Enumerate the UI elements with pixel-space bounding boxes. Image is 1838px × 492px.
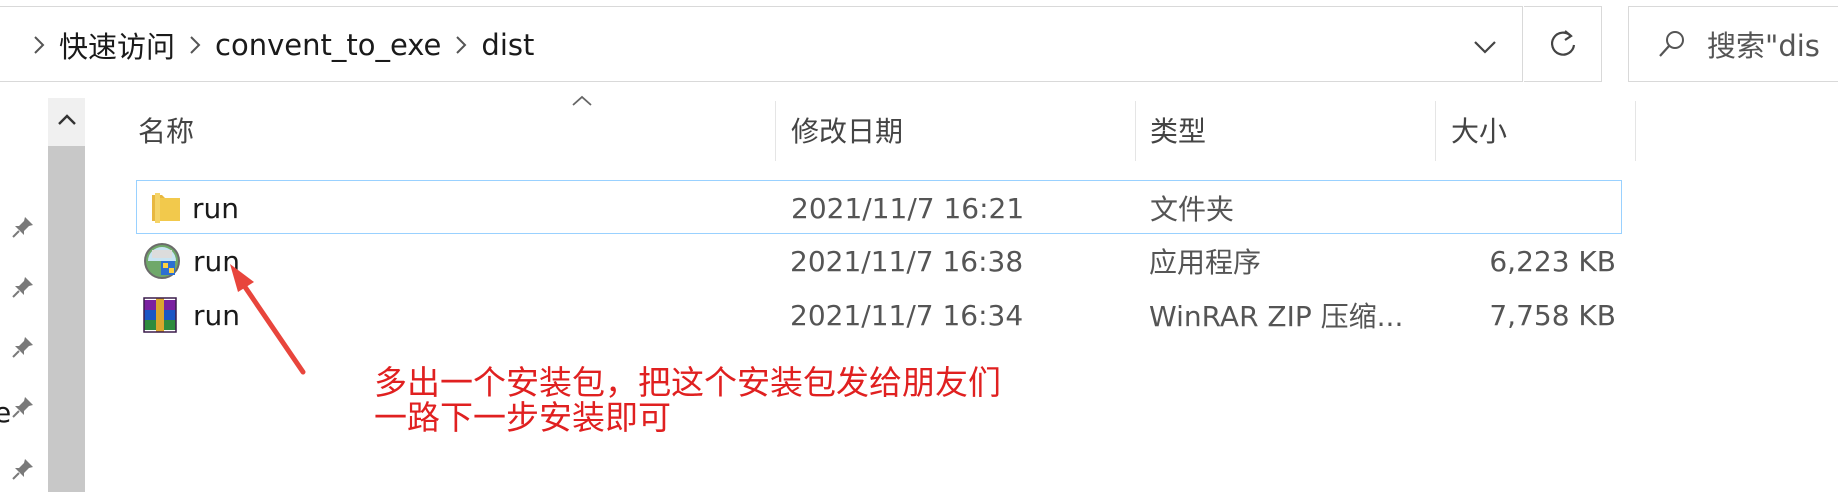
- column-header-name[interactable]: 名称: [138, 99, 194, 161]
- file-size: 6,223 KB: [1489, 244, 1616, 278]
- search-input[interactable]: 搜索"dis: [1707, 23, 1820, 65]
- search-box[interactable]: 搜索"dis: [1628, 6, 1838, 82]
- column-divider[interactable]: [1635, 101, 1636, 161]
- file-modified: 2021/11/7 16:21: [791, 191, 1025, 225]
- annotation-note: 多出一个安装包，把这个安装包发给朋友们 一路下一步安装即可: [374, 365, 1001, 435]
- annotation-line: 多出一个安装包，把这个安装包发给朋友们: [374, 363, 1001, 402]
- pin-icon[interactable]: [10, 394, 36, 420]
- pin-icon[interactable]: [10, 334, 36, 360]
- breadcrumb-item-quick-access[interactable]: 快速访问: [59, 24, 175, 66]
- pin-icon[interactable]: [10, 456, 36, 482]
- column-header-type[interactable]: 类型: [1150, 99, 1206, 161]
- search-icon: [1659, 31, 1684, 57]
- file-row-folder[interactable]: run 2021/11/7 16:21 文件夹: [136, 180, 1622, 234]
- column-header-size[interactable]: 大小: [1451, 99, 1507, 161]
- folder-icon: [152, 193, 180, 223]
- pin-icon[interactable]: [10, 214, 36, 240]
- winrar-archive-icon: [143, 297, 177, 333]
- file-name[interactable]: run: [193, 234, 240, 288]
- file-type: 文件夹: [1150, 193, 1235, 226]
- file-type: 应用程序: [1149, 246, 1262, 279]
- chevron-right-icon[interactable]: [33, 35, 45, 55]
- file-type: WinRAR ZIP 压缩...: [1149, 300, 1404, 333]
- file-modified: 2021/11/7 16:38: [790, 244, 1024, 278]
- chevron-right-icon[interactable]: [189, 35, 201, 55]
- breadcrumb-item-convent-to-exe[interactable]: convent_to_exe: [215, 28, 441, 62]
- address-bar[interactable]: 快速访问 convent_to_exe dist: [0, 6, 1523, 82]
- file-size: 7,758 KB: [1489, 298, 1616, 332]
- annotation-line: 一路下一步安装即可: [374, 398, 671, 437]
- column-header-modified[interactable]: 修改日期: [791, 99, 903, 161]
- column-divider[interactable]: [775, 101, 776, 161]
- chevron-up-icon: [57, 114, 76, 125]
- column-header: 名称 修改日期 类型 大小: [125, 95, 1636, 161]
- breadcrumb-item-dist[interactable]: dist: [481, 28, 534, 62]
- pin-icon[interactable]: [10, 274, 36, 300]
- file-row-exe[interactable]: run 2021/11/7 16:38 应用程序 6,223 KB: [125, 234, 1625, 288]
- refresh-button[interactable]: [1524, 6, 1602, 82]
- nav-pane-scrollbar[interactable]: [48, 98, 85, 492]
- file-row-zip[interactable]: run 2021/11/7 16:34 WinRAR ZIP 压缩... 7,7…: [125, 288, 1625, 342]
- sort-ascending-icon: [572, 95, 592, 106]
- chevron-right-icon[interactable]: [455, 35, 467, 55]
- scrollbar-thumb[interactable]: [48, 146, 85, 492]
- file-modified: 2021/11/7 16:34: [790, 298, 1024, 332]
- address-history-dropdown[interactable]: [1467, 29, 1503, 65]
- nav-item-label-partial[interactable]: e: [0, 396, 11, 429]
- column-divider[interactable]: [1435, 101, 1436, 161]
- scroll-up-button[interactable]: [48, 98, 85, 142]
- chevron-down-icon: [1474, 41, 1496, 54]
- refresh-icon: [1550, 30, 1575, 56]
- file-name[interactable]: run: [192, 181, 239, 235]
- file-name[interactable]: run: [193, 288, 240, 342]
- file-size: [1447, 181, 1617, 235]
- column-divider[interactable]: [1135, 101, 1136, 161]
- breadcrumb: 快速访问 convent_to_exe dist: [19, 7, 534, 83]
- exe-app-icon: [144, 243, 180, 279]
